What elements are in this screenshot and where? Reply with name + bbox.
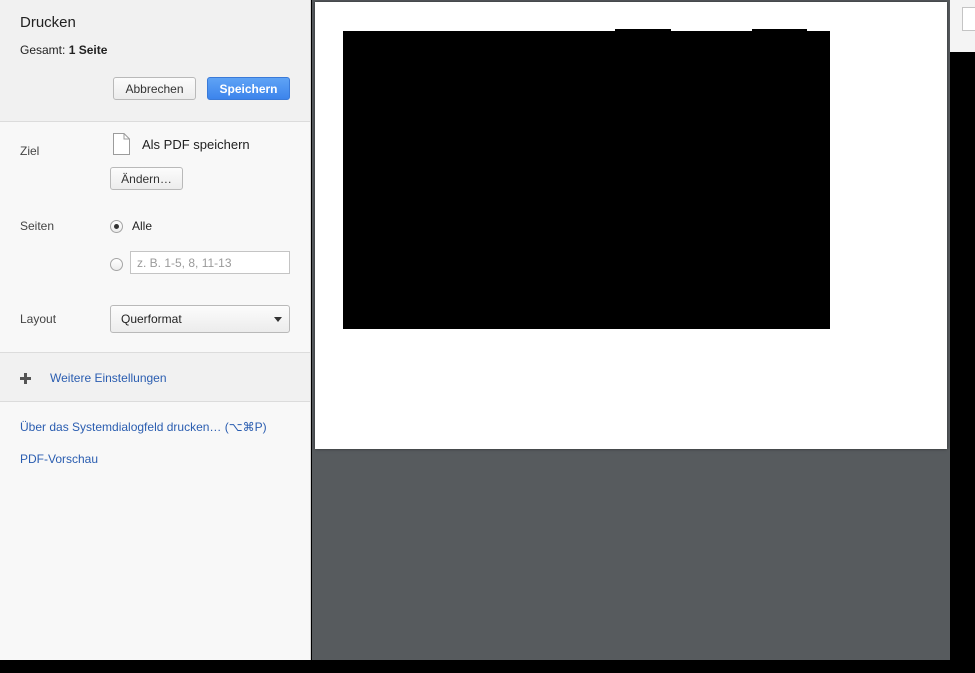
preview-page (315, 2, 947, 449)
destination-label: Ziel (20, 144, 40, 158)
page-range-input[interactable] (130, 251, 290, 274)
redacted-content-top-right (752, 29, 807, 32)
layout-selected-value: Querformat (121, 312, 182, 326)
pdf-preview-link[interactable]: PDF-Vorschau (20, 452, 98, 466)
save-button[interactable]: Speichern (207, 77, 290, 100)
layout-label: Layout (20, 312, 57, 326)
dialog-title: Drucken (20, 14, 76, 31)
background-input-field (962, 7, 975, 31)
redacted-content (343, 31, 830, 329)
summary-prefix: Gesamt: (20, 43, 66, 57)
print-settings-sidebar: Drucken Gesamt: 1 Seite Abbrechen Speich… (0, 0, 311, 660)
print-preview-area (312, 0, 950, 660)
redacted-content-top (615, 29, 671, 32)
layout-select[interactable]: Querformat (110, 305, 290, 333)
pages-range-radio[interactable] (110, 258, 123, 271)
destination-name: Als PDF speichern (142, 137, 250, 152)
page-count-summary: Gesamt: 1 Seite (20, 43, 107, 57)
summary-value: 1 Seite (68, 43, 108, 57)
change-destination-button[interactable]: Ändern… (110, 167, 183, 190)
plus-icon (20, 373, 31, 384)
system-dialog-link[interactable]: Über das Systemdialogfeld drucken… (⌥⌘P) (20, 420, 267, 434)
pages-all-radio[interactable] (110, 220, 123, 233)
print-header: Drucken Gesamt: 1 Seite Abbrechen Speich… (0, 0, 310, 122)
document-icon (113, 133, 130, 155)
cancel-button[interactable]: Abbrechen (113, 77, 196, 100)
pages-label: Seiten (20, 219, 55, 233)
pages-all-label: Alle (132, 219, 153, 233)
chevron-down-icon (274, 317, 282, 322)
more-settings-link[interactable]: Weitere Einstellungen (50, 371, 167, 385)
more-settings-section[interactable]: Weitere Einstellungen (0, 352, 310, 402)
